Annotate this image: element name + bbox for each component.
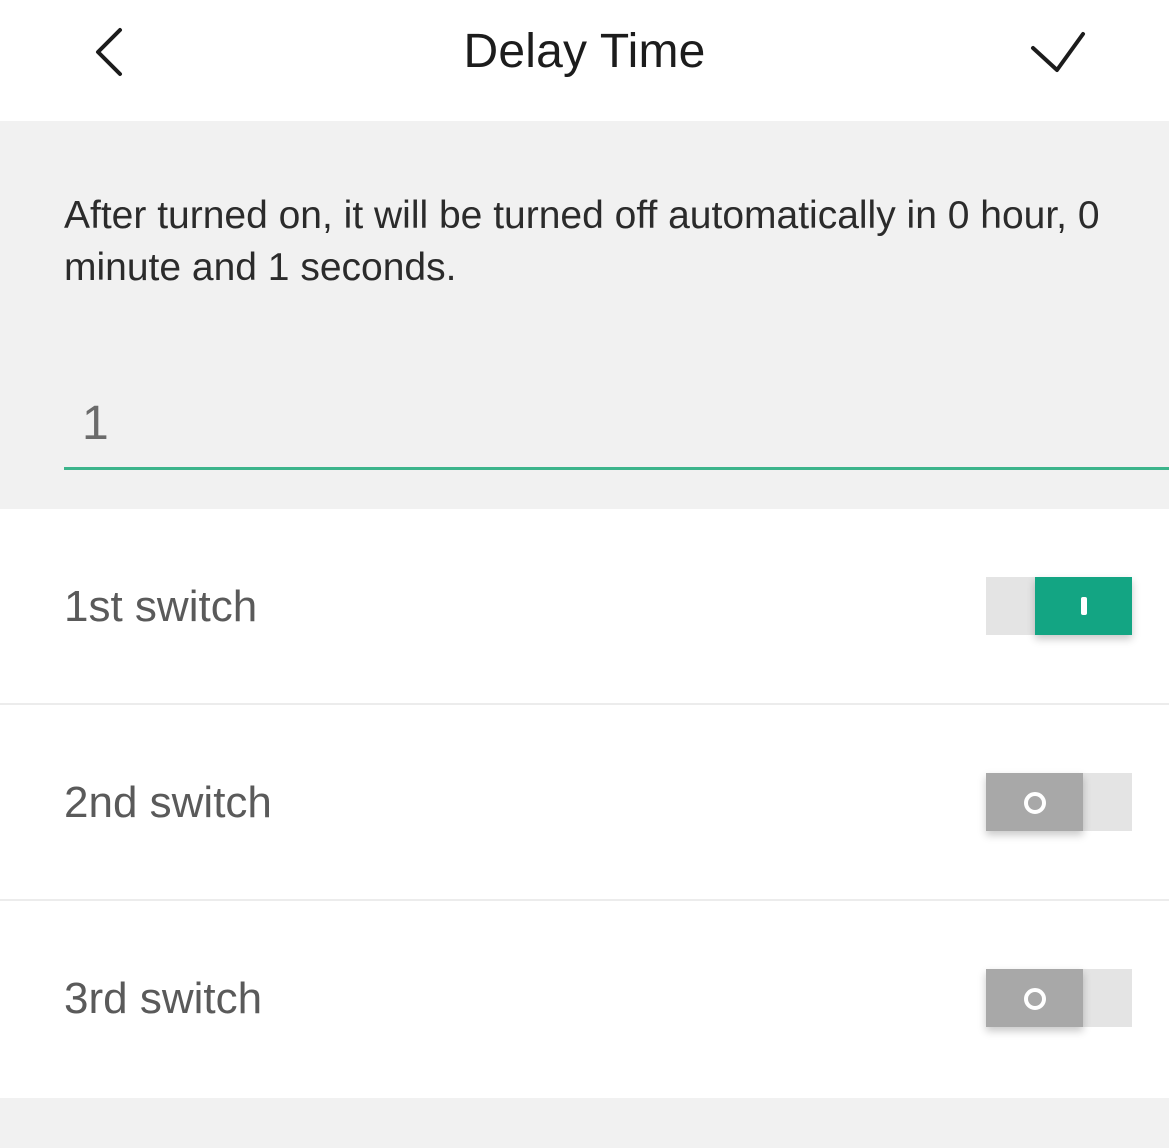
toggle-knob bbox=[986, 969, 1083, 1027]
switch-label: 3rd switch bbox=[64, 974, 263, 1023]
switch-label: 2nd switch bbox=[64, 778, 272, 827]
toggle-knob bbox=[1035, 577, 1132, 635]
switch-toggle-2[interactable] bbox=[986, 773, 1132, 831]
switch-list: 1st switch 2nd switch 3rd switch bbox=[0, 509, 1169, 1098]
toggle-knob bbox=[986, 773, 1083, 831]
page-title: Delay Time bbox=[463, 25, 706, 78]
switch-row-3: 3rd switch bbox=[0, 901, 1169, 1098]
switch-row-2: 2nd switch bbox=[0, 705, 1169, 901]
delay-seconds-input[interactable] bbox=[64, 380, 1169, 470]
checkmark-icon bbox=[1031, 32, 1085, 72]
delay-description: After turned on, it will be turned off a… bbox=[64, 194, 1100, 289]
switch-toggle-3[interactable] bbox=[986, 969, 1132, 1027]
toggle-off-indicator-icon bbox=[1024, 792, 1046, 814]
bottom-spacer bbox=[0, 1099, 1169, 1148]
toggle-off-indicator-icon bbox=[1024, 988, 1046, 1010]
switch-row-1: 1st switch bbox=[0, 509, 1169, 705]
switch-toggle-1[interactable] bbox=[986, 577, 1132, 635]
confirm-button[interactable] bbox=[1025, 24, 1089, 80]
toggle-on-indicator-icon bbox=[1081, 597, 1087, 615]
switch-label: 1st switch bbox=[64, 582, 258, 631]
top-bar: Delay Time bbox=[0, 0, 1169, 121]
